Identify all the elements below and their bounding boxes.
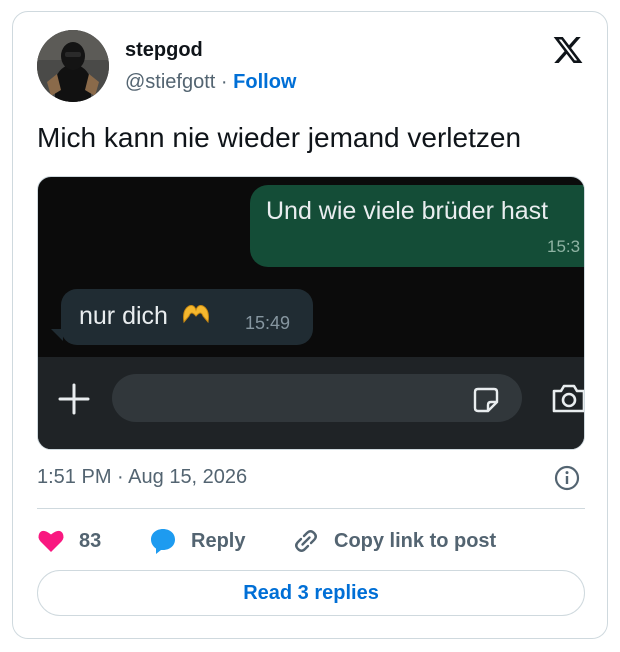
incoming-message-row: nur dich (79, 302, 211, 333)
plus-icon (54, 379, 94, 419)
sticker-icon (472, 386, 500, 414)
follow-link[interactable]: Follow (233, 71, 296, 93)
link-icon (295, 530, 317, 552)
like-count: 83 (79, 529, 102, 552)
copy-link-button[interactable]: Copy link to post (292, 526, 496, 556)
heart-hands-icon (181, 302, 211, 333)
read-replies-button[interactable]: Read 3 replies (37, 570, 585, 616)
reply-button[interactable]: Reply (149, 526, 245, 556)
incoming-message-text: nur dich (79, 302, 168, 331)
divider (37, 508, 585, 509)
info-icon[interactable] (554, 465, 580, 491)
incoming-message-bubble: nur dich 15:49 (51, 289, 313, 345)
copy-link-label: Copy link to post (334, 529, 497, 552)
reply-bubble-icon (151, 529, 175, 554)
post-date: Aug 15, 2026 (128, 466, 248, 488)
camera-icon (550, 381, 584, 415)
post-timestamp[interactable]: 1:51 PM · Aug 15, 2026 (37, 466, 247, 489)
post-time: 1:51 PM (37, 466, 112, 488)
outgoing-message-text: Und wie viele brüder hast (266, 197, 549, 225)
outgoing-message-time: 15:3 (547, 237, 581, 256)
avatar[interactable] (37, 30, 109, 102)
post-text: Mich kann nie wieder jemand verletzen (37, 122, 522, 153)
x-logo-icon[interactable] (551, 34, 585, 66)
author-handle[interactable]: @stiefgott (125, 71, 215, 93)
like-button[interactable]: 83 (37, 526, 101, 556)
post-image-chat-screenshot[interactable]: Und wie viele brüder hast 15:3 nur dich … (37, 176, 585, 450)
bubble-tail (51, 329, 63, 341)
incoming-message-time: 15:49 (245, 313, 291, 333)
action-bar: 83 Reply Copy link to post (37, 526, 585, 556)
separator-dot: · (220, 71, 228, 93)
heart-icon (38, 530, 64, 552)
embedded-post-card: stepgod @stiefgott · Follow Mich kann ni… (12, 11, 608, 639)
chat-input-bar (38, 357, 584, 449)
separator-dot: · (117, 466, 124, 488)
chat-message-field (112, 374, 522, 422)
reply-label: Reply (191, 529, 246, 552)
outgoing-message-bubble: Und wie viele brüder hast 15:3 (250, 185, 584, 267)
author-display-name[interactable]: stepgod (125, 39, 203, 62)
author-handle-row: @stiefgott · Follow (125, 71, 296, 94)
